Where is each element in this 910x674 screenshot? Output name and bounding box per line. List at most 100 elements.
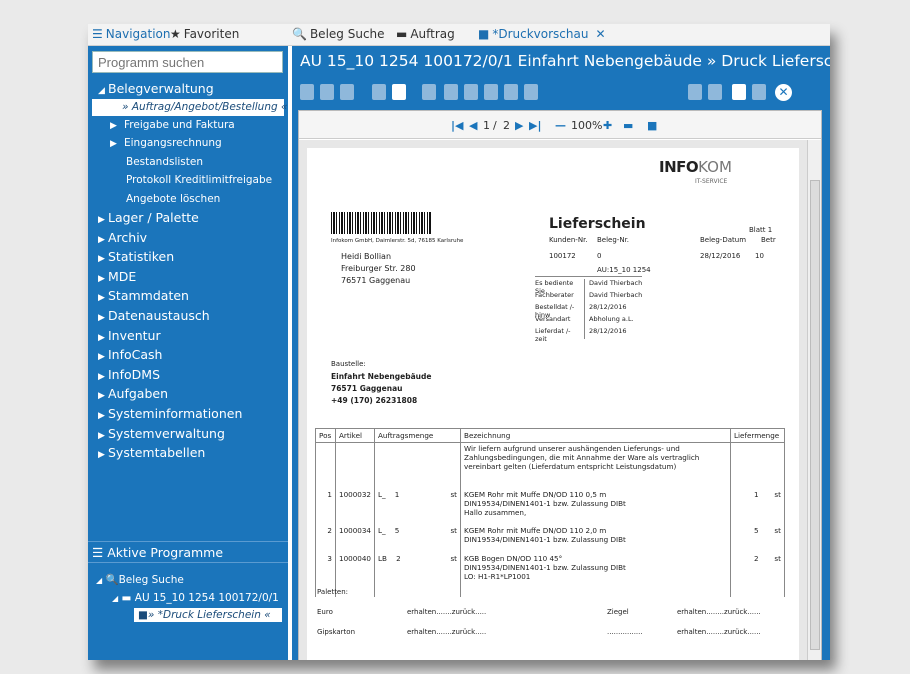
trash-icon[interactable] <box>422 84 436 100</box>
tab-druckvorschau[interactable]: ■ *Druckvorschau ✕ <box>478 27 606 41</box>
menge: 5 <box>394 525 400 535</box>
document-page: INFOKOM IT-SERVICE Infokom GmbH, Daimler… <box>307 148 799 660</box>
sidebar-item-systeminformationen[interactable]: ▶ Systeminformationen <box>88 404 288 424</box>
sidebar-item-inventur[interactable]: ▶ Inventur <box>88 326 288 346</box>
menge-cell: LB 2 st <box>374 552 461 597</box>
active-program-auftrag[interactable]: ◢ ▬ AU 15_10 1254 100172/0/1 <box>112 592 279 604</box>
tab-druckvorschau-label: *Druckvorschau <box>492 27 589 41</box>
expand-icon[interactable] <box>708 84 722 100</box>
sidebar-item-auftrag[interactable]: » Auftrag/Angebot/Bestellung « <box>92 98 288 116</box>
last-page-icon[interactable]: ▶| <box>529 119 541 132</box>
info-key: Lieferdat /-zeit <box>535 327 585 343</box>
unlock-icon[interactable] <box>464 84 478 100</box>
pos-cell: 2 <box>315 524 336 553</box>
info-value: David Thierbach <box>589 291 643 299</box>
sidebar-item-bestandslisten[interactable]: Bestandslisten <box>88 153 288 172</box>
new-icon[interactable] <box>300 84 314 100</box>
menu-icon: ☰ <box>92 27 103 41</box>
einheit: st <box>450 489 458 499</box>
save-close-icon[interactable] <box>732 84 746 100</box>
paletten-label: Paletten: <box>317 588 349 596</box>
sidebar-item-freigabe[interactable]: ▶ Freigabe und Faktura <box>88 116 288 135</box>
export-icon[interactable]: ▬ <box>623 119 633 132</box>
sidebar-item-mde[interactable]: ▶ MDE <box>88 267 288 287</box>
main-panel: AU 15_10 1254 100172/0/1 Einfahrt Nebeng… <box>292 46 830 660</box>
scrollbar-thumb[interactable] <box>810 180 820 650</box>
caret-right-icon: ▶ <box>110 139 117 150</box>
liefermenge: 5 <box>754 525 759 535</box>
sidebar-item-infocash[interactable]: ▶ InfoCash <box>88 345 288 365</box>
intro-text: Wir liefern aufgrund unserer aushängende… <box>460 442 731 489</box>
print-preview-icon[interactable] <box>504 84 518 100</box>
close-icon[interactable]: ✕ <box>595 27 605 41</box>
collapse-icon[interactable] <box>688 84 702 100</box>
artikel-cell: 1000034 <box>334 524 375 553</box>
sidebar-item-angebote-loeschen[interactable]: Angebote löschen <box>88 190 288 209</box>
sidebar-item-protokoll[interactable]: Protokoll Kreditlimitfreigabe <box>88 171 288 190</box>
table-cell <box>334 442 375 489</box>
baustelle-phone: +49 (170) 26231808 <box>331 396 418 405</box>
sidebar-item-label: Freigabe und Faktura <box>124 118 235 131</box>
sidebar-item-aufgaben[interactable]: ▶ Aufgaben <box>88 384 288 404</box>
sidebar-item-eingangsrechnung[interactable]: ▶ Eingangsrechnung <box>88 134 288 153</box>
tab-beleg-suche[interactable]: 🔍 Beleg Suche <box>292 27 385 41</box>
favoriten-tab[interactable]: ★ Favoriten <box>170 27 239 41</box>
table-cell <box>315 442 336 489</box>
first-page-icon[interactable]: |◀ <box>451 119 463 132</box>
beleg-datum-label: Beleg-Datum <box>700 236 747 244</box>
menge: 1 <box>394 489 400 499</box>
save-icon[interactable] <box>372 84 386 100</box>
palette-name: Ziegel <box>607 608 629 616</box>
bezeichnung-cell: KGEM Rohr mit Muffe DN/OD 110 2,0 m DIN19… <box>460 524 731 553</box>
active-program-beleg-suche[interactable]: ◢ 🔍Beleg Suche <box>96 573 184 586</box>
sidebar-item-datenaustausch[interactable]: ▶ Datenaustausch <box>88 306 288 326</box>
column-header: Artikel <box>334 428 375 443</box>
table-row: 2 1000034 L_ 5 st KGEM Rohr mit Muffe DN/… <box>315 524 785 553</box>
search-input[interactable] <box>92 51 283 73</box>
table-cell <box>730 442 785 489</box>
bez-line: DIN19534/DINEN1401-1 bzw. Zulassung DIBt <box>464 534 626 544</box>
zoom-in-icon[interactable]: ✚ <box>603 119 612 132</box>
tab-auftrag[interactable]: ▬ Auftrag <box>396 27 455 41</box>
sidebar-item-label: Aufgaben <box>108 386 169 402</box>
close-window-icon[interactable]: ✕ <box>775 84 792 101</box>
betr: 10 <box>755 252 764 260</box>
liefer-cell: 5 st <box>730 524 785 553</box>
sidebar-item-label: » Auftrag/Angebot/Bestellung « <box>122 100 288 113</box>
copy-icon[interactable] <box>320 84 334 100</box>
typ: LB <box>378 553 387 563</box>
sidebar-item-statistiken[interactable]: ▶ Statistiken <box>88 247 288 267</box>
sidebar-item-archiv[interactable]: ▶ Archiv <box>88 228 288 248</box>
zoom-level[interactable]: 100% <box>571 119 602 132</box>
sidebar-item-stammdaten[interactable]: ▶ Stammdaten <box>88 286 288 306</box>
palette-status: erhalten.......zurück..... <box>407 628 487 636</box>
save-check-icon[interactable] <box>392 84 406 100</box>
tab-auftrag-label: Auftrag <box>410 27 455 41</box>
current-page[interactable]: 1 <box>483 119 490 132</box>
sidebar-item-systemtabellen[interactable]: ▶ Systemtabellen <box>88 443 288 463</box>
zoom-icon[interactable] <box>524 84 538 100</box>
artikel-cell: 1000032 <box>334 488 375 525</box>
prev-page-icon[interactable]: ◀ <box>469 119 477 132</box>
print-icon[interactable] <box>340 84 354 100</box>
active-program-druck-lieferschein[interactable]: ■» *Druck Lieferschein « <box>134 608 282 622</box>
save-disabled-icon[interactable] <box>752 84 766 100</box>
navigation-tab[interactable]: ☰ Navigation <box>92 27 171 41</box>
lock-icon[interactable] <box>444 84 458 100</box>
einheit: st <box>774 525 781 535</box>
next-page-icon[interactable]: ▶ <box>515 119 523 132</box>
beleg-nr: 0 <box>597 252 602 260</box>
sidebar-item-infodms[interactable]: ▶ InfoDMS <box>88 365 288 385</box>
sidebar-item-lager[interactable]: ▶ Lager / Palette <box>88 208 288 228</box>
document-save-icon[interactable]: ■ <box>647 119 657 132</box>
beleg-nr-label: Beleg-Nr. <box>597 236 630 244</box>
sidebar-item-label: Bestandslisten <box>126 155 204 168</box>
sidebar-item-belegverwaltung[interactable]: ◢ Belegverwaltung <box>88 79 288 99</box>
vertical-scrollbar[interactable] <box>807 140 821 660</box>
zoom-out-icon[interactable]: — <box>555 119 566 132</box>
palette-name: ................ <box>607 628 643 636</box>
palette-status: erhalten.......zurück..... <box>407 608 487 616</box>
sidebar-item-systemverwaltung[interactable]: ▶ Systemverwaltung <box>88 424 288 444</box>
calculator-icon[interactable] <box>484 84 498 100</box>
logo-info: INFO <box>659 158 699 176</box>
